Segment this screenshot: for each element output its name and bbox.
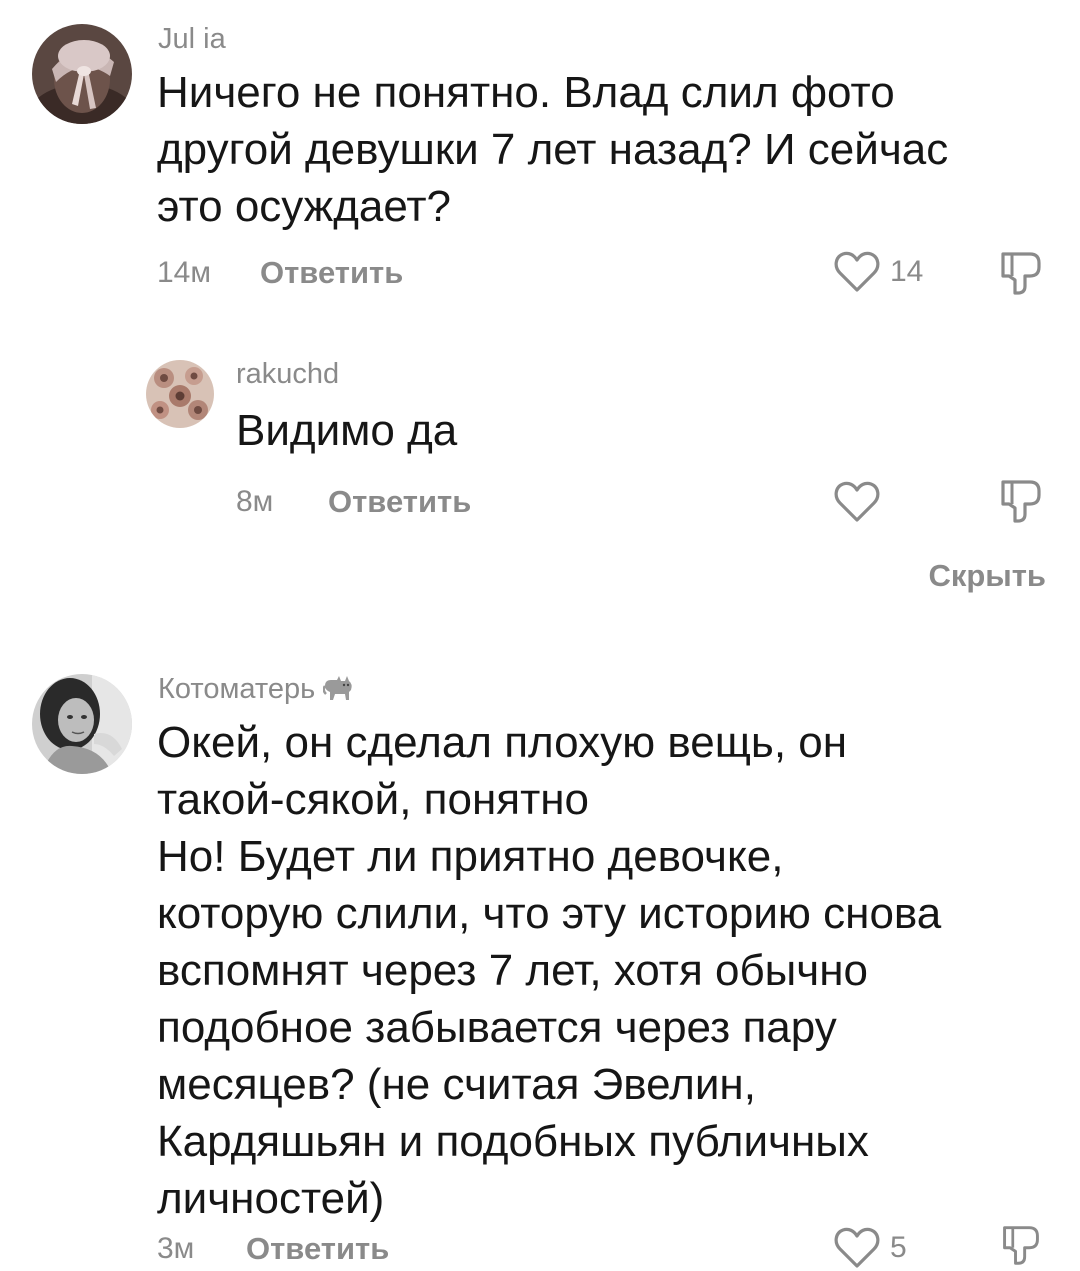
heart-outline-icon <box>834 1227 880 1268</box>
thumbs-down-outline-icon <box>1001 252 1041 295</box>
user-avatar[interactable] <box>32 674 132 774</box>
reply-button[interactable]: Ответить <box>328 484 471 520</box>
comment-time: 3м <box>157 1232 195 1265</box>
dislike-button[interactable] <box>1000 478 1042 529</box>
hide-replies-button[interactable]: Скрыть <box>928 558 1046 594</box>
comment-text: Видимо да <box>236 406 458 455</box>
comment-username[interactable]: rakuchd <box>236 358 339 391</box>
dislike-button[interactable] <box>1000 250 1042 301</box>
comment-username-text: Котоматерь <box>158 673 316 705</box>
user-avatar[interactable] <box>32 24 132 124</box>
dislike-button[interactable] <box>1000 1224 1042 1271</box>
like-count: 5 <box>890 1231 907 1264</box>
like-button[interactable] <box>834 480 890 524</box>
comment-time: 14м <box>157 256 211 289</box>
comment-username[interactable]: Котоматерь <box>158 672 357 710</box>
heart-outline-icon <box>834 251 880 292</box>
reply-button[interactable]: Ответить <box>260 255 403 291</box>
thumbs-down-outline-icon <box>1001 480 1041 523</box>
reply-button[interactable]: Ответить <box>246 1231 389 1267</box>
heart-outline-icon <box>834 481 880 522</box>
like-button[interactable]: 14 <box>834 250 923 294</box>
comment-text: Ничего не понятно. Влад слил фото другой… <box>157 68 949 231</box>
comment-text: Окей, он сделал плохую вещь, он такой-ся… <box>157 718 942 1223</box>
comment-username[interactable]: Jul ia <box>158 23 226 56</box>
thumbs-down-outline-icon <box>1003 1226 1039 1265</box>
like-button[interactable]: 5 <box>834 1226 907 1270</box>
cat-emoji-icon <box>322 672 357 710</box>
like-count: 14 <box>890 255 924 288</box>
comment-time: 8м <box>236 485 274 518</box>
user-avatar[interactable] <box>146 360 214 428</box>
